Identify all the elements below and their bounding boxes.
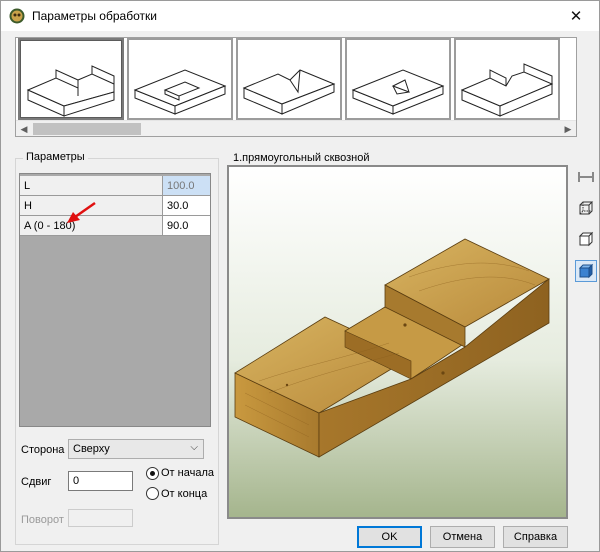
- shift-input[interactable]: 0: [68, 471, 133, 491]
- param-row-l[interactable]: L 100.0: [20, 176, 210, 196]
- scroll-left-arrow[interactable]: ◀: [16, 121, 32, 136]
- angled-through-slot-icon: [460, 63, 554, 117]
- param-row-a[interactable]: A (0 - 180) 90.0: [20, 216, 210, 236]
- radio-from-start-label: От начала: [161, 467, 214, 479]
- angle-slot-icon: [242, 69, 336, 115]
- close-button[interactable]: ✕: [553, 1, 599, 31]
- scroll-right-arrow[interactable]: ▶: [560, 121, 576, 136]
- chevron-down-icon: ⌵: [190, 442, 198, 453]
- operation-thumbnail-strip: ◀ ▶: [15, 37, 577, 137]
- radio-from-start[interactable]: [146, 467, 159, 480]
- shift-input-value: 0: [73, 475, 80, 487]
- radio-from-end-label: От конца: [161, 488, 208, 500]
- title-bar: Параметры обработки ✕: [1, 1, 599, 31]
- scrollbar-thumb[interactable]: [33, 123, 141, 135]
- ok-button[interactable]: OK: [357, 526, 422, 548]
- side-select[interactable]: Сверху ⌵: [68, 439, 204, 459]
- param-name: L: [20, 176, 163, 196]
- app-logo-icon: [9, 8, 25, 24]
- rotate-input[interactable]: [68, 509, 133, 527]
- params-group-label: Параметры: [23, 151, 88, 163]
- dialog-window: Параметры обработки ✕ ◀ ▶ Параметры L 10…: [0, 0, 600, 552]
- outline-cube-icon: [578, 231, 594, 247]
- hidden-line-view-button[interactable]: [575, 228, 597, 250]
- wireframe-cube-icon: [579, 201, 594, 215]
- preview-title: 1.прямоугольный сквозной: [233, 152, 370, 164]
- dimension-tool-button[interactable]: [575, 166, 597, 188]
- shift-label: Сдвиг: [21, 476, 52, 488]
- thumb-triangle-pocket[interactable]: [345, 38, 451, 120]
- rect-pocket-icon: [133, 69, 227, 115]
- thumb-through-rect-slot[interactable]: [18, 38, 124, 120]
- thumb-rect-pocket[interactable]: [127, 38, 233, 120]
- wood-slot-render: [229, 167, 566, 517]
- radio-from-end[interactable]: [146, 487, 159, 500]
- cancel-button[interactable]: Отмена: [430, 526, 495, 548]
- shaded-view-button[interactable]: [575, 260, 597, 282]
- param-row-h[interactable]: H 30.0: [20, 196, 210, 216]
- help-button[interactable]: Справка: [503, 526, 568, 548]
- side-select-value: Сверху: [73, 443, 110, 455]
- annotation-arrow-icon: [67, 201, 96, 223]
- wireframe-view-button[interactable]: [575, 197, 597, 219]
- 3d-preview[interactable]: [227, 165, 568, 519]
- triangle-pocket-icon: [351, 69, 445, 115]
- window-title: Параметры обработки: [32, 9, 157, 23]
- param-value[interactable]: 100.0: [163, 176, 210, 196]
- thumb-angled-through-slot[interactable]: [454, 38, 560, 120]
- param-value[interactable]: 30.0: [163, 196, 210, 216]
- rotate-label: Поворот: [21, 514, 64, 526]
- param-grid: L 100.0 H 30.0 A (0 - 180) 90.0: [19, 173, 211, 427]
- through-rect-slot-icon: [26, 65, 115, 117]
- thumb-angle-slot[interactable]: [236, 38, 342, 120]
- param-value[interactable]: 90.0: [163, 216, 210, 236]
- thumbnail-scrollbar[interactable]: ◀ ▶: [16, 120, 576, 136]
- shaded-cube-icon: [578, 263, 594, 279]
- dimension-icon: [578, 172, 594, 182]
- close-icon: ✕: [569, 8, 583, 25]
- side-label: Сторона: [21, 444, 65, 456]
